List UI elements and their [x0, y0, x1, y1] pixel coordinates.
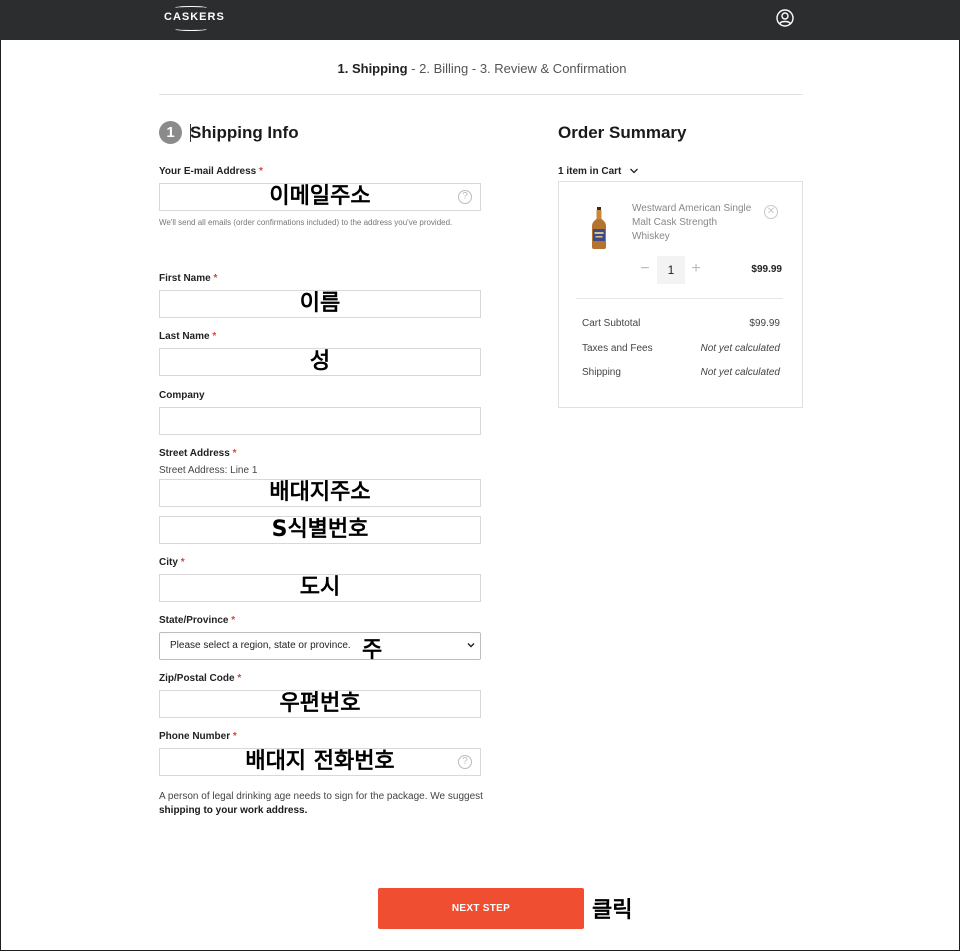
email-value: 이메일주소 [269, 184, 371, 209]
step-shipping: 1. Shipping [337, 61, 408, 76]
shipping-info-title: Shipping Info [190, 123, 299, 142]
email-hint: We'll send all emails (order confirmatio… [159, 218, 453, 227]
street-line2-value: S식별번호 [271, 517, 369, 542]
city-field[interactable]: 도시 [159, 574, 481, 602]
logo-arc-top [174, 6, 208, 10]
steps-divider [159, 94, 803, 95]
logo-text: CASKERS [164, 11, 225, 23]
quantity-value[interactable]: 1 [657, 256, 685, 284]
city-value: 도시 [299, 575, 341, 600]
legal-notice: A person of legal drinking age needs to … [159, 791, 483, 816]
logo-arc-bottom [174, 27, 208, 31]
click-annotation: 클릭 [592, 898, 633, 923]
first-name-field[interactable]: 이름 [159, 290, 481, 318]
top-navbar: CASKERS [0, 0, 960, 40]
increase-quantity-button[interactable]: + [689, 261, 703, 277]
whiskey-bottle-image [592, 207, 606, 249]
state-select[interactable]: Please select a region, state or provinc… [159, 632, 481, 660]
step-separator: - [468, 61, 480, 76]
street-address-label: Street Address * [159, 448, 237, 459]
phone-field[interactable]: 배대지 전화번호 ? [159, 748, 481, 776]
phone-value: 배대지 전화번호 [245, 749, 395, 774]
phone-label: Phone Number * [159, 731, 237, 742]
subtotal-label: Cart Subtotal [582, 318, 641, 329]
chevron-down-icon[interactable] [629, 167, 639, 175]
zip-field[interactable]: 우편번호 [159, 690, 481, 718]
cart-count-toggle[interactable]: 1 item in Cart [558, 166, 621, 177]
remove-item-icon[interactable]: ✕ [764, 205, 778, 219]
last-name-field[interactable]: 성 [159, 348, 481, 376]
text-cursor [190, 124, 191, 142]
state-label: State/Province * [159, 615, 236, 626]
taxes-label: Taxes and Fees [582, 343, 653, 354]
company-label: Company [159, 390, 205, 401]
city-label: City * [159, 557, 185, 568]
help-icon[interactable]: ? [458, 755, 472, 769]
shipping-cost-label: Shipping [582, 367, 621, 378]
step-billing: 2. Billing [419, 61, 469, 76]
help-icon[interactable]: ? [458, 190, 472, 204]
state-annotation: 주 [362, 638, 383, 663]
chevron-down-icon [467, 643, 475, 648]
order-summary-title: Order Summary [558, 123, 687, 142]
company-value [160, 408, 480, 434]
legal-bold-text: shipping to your work address. [159, 805, 308, 816]
email-label: Your E-mail Address * [159, 166, 263, 177]
line-item-price: $99.99 [751, 264, 782, 275]
step-review: 3. Review & Confirmation [479, 61, 627, 76]
street-line1-sublabel: Street Address: Line 1 [159, 465, 258, 476]
user-circle-icon[interactable] [776, 9, 794, 27]
first-name-label: First Name * [159, 273, 218, 284]
street-line1-field[interactable]: 배대지주소 [159, 479, 481, 507]
taxes-value: Not yet calculated [700, 343, 781, 354]
zip-value: 우편번호 [279, 691, 361, 716]
subtotal-value: $99.99 [749, 318, 780, 329]
state-placeholder: Please select a region, state or provinc… [170, 640, 351, 651]
step-number-badge: 1 [159, 121, 182, 144]
product-name[interactable]: Westward American Single Malt Cask Stren… [632, 202, 752, 244]
last-name-value: 성 [309, 349, 331, 374]
company-field[interactable] [159, 407, 481, 435]
next-step-button[interactable]: NEXT STEP [378, 888, 584, 929]
zip-label: Zip/Postal Code * [159, 673, 242, 684]
summary-divider [576, 298, 783, 299]
decrease-quantity-button[interactable]: − [638, 261, 652, 277]
caskers-logo[interactable]: CASKERS [164, 5, 225, 33]
first-name-value: 이름 [299, 291, 341, 316]
street-line1-value: 배대지주소 [269, 480, 371, 505]
shipping-cost-value: Not yet calculated [700, 367, 781, 378]
last-name-label: Last Name * [159, 331, 217, 342]
checkout-steps: 1. Shipping - 2. Billing - 3. Review & C… [160, 61, 804, 76]
step-separator: - [407, 61, 420, 76]
email-field[interactable]: 이메일주소 ? [159, 183, 481, 211]
street-line2-field[interactable]: S식별번호 [159, 516, 481, 544]
